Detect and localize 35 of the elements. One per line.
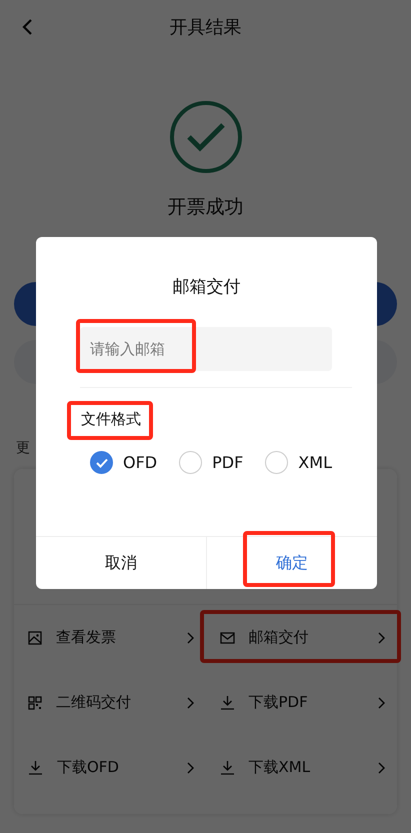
cancel-button[interactable]: 取消 — [36, 537, 206, 589]
download-icon — [220, 695, 234, 710]
back-icon[interactable] — [21, 18, 33, 36]
menu-item[interactable]: 二维码交付 — [14, 670, 206, 735]
download-icon — [28, 760, 43, 775]
success-check-icon — [168, 100, 242, 174]
mail-icon — [220, 632, 234, 644]
menu-item[interactable]: 下载XML — [206, 735, 397, 800]
chevron-right-icon — [378, 632, 385, 644]
email-field[interactable]: 请输入邮箱 — [80, 327, 332, 371]
radio-button[interactable] — [179, 451, 202, 474]
menu-item[interactable]: 下载OFD — [14, 735, 206, 800]
radio-button[interactable] — [90, 451, 113, 474]
radio-button[interactable] — [265, 451, 288, 474]
chevron-right-icon — [378, 762, 385, 774]
image-icon — [28, 630, 42, 644]
download-icon — [220, 760, 234, 775]
radio-label: XML — [298, 453, 332, 472]
menu-item[interactable]: 查看发票 — [14, 605, 206, 670]
success-message: 开票成功 — [168, 195, 244, 220]
check-icon — [96, 458, 108, 468]
page-title: 开具结果 — [170, 16, 242, 39]
section-label: 更 — [16, 440, 30, 456]
menu-item[interactable]: 下载PDF — [206, 670, 397, 735]
menu-item[interactable]: 邮箱交付 — [206, 605, 397, 670]
qr-code-icon — [28, 696, 42, 710]
chevron-right-icon — [186, 762, 194, 774]
chevron-right-icon — [186, 632, 194, 644]
chevron-right-icon — [378, 696, 385, 708]
chevron-right-icon — [186, 696, 194, 708]
format-label: 文件格式 — [81, 410, 141, 428]
radio-label: OFD — [123, 453, 158, 472]
radio-label: PDF — [212, 453, 244, 472]
dialog-title: 邮箱交付 — [172, 277, 240, 297]
confirm-button[interactable]: 确定 — [207, 537, 377, 589]
